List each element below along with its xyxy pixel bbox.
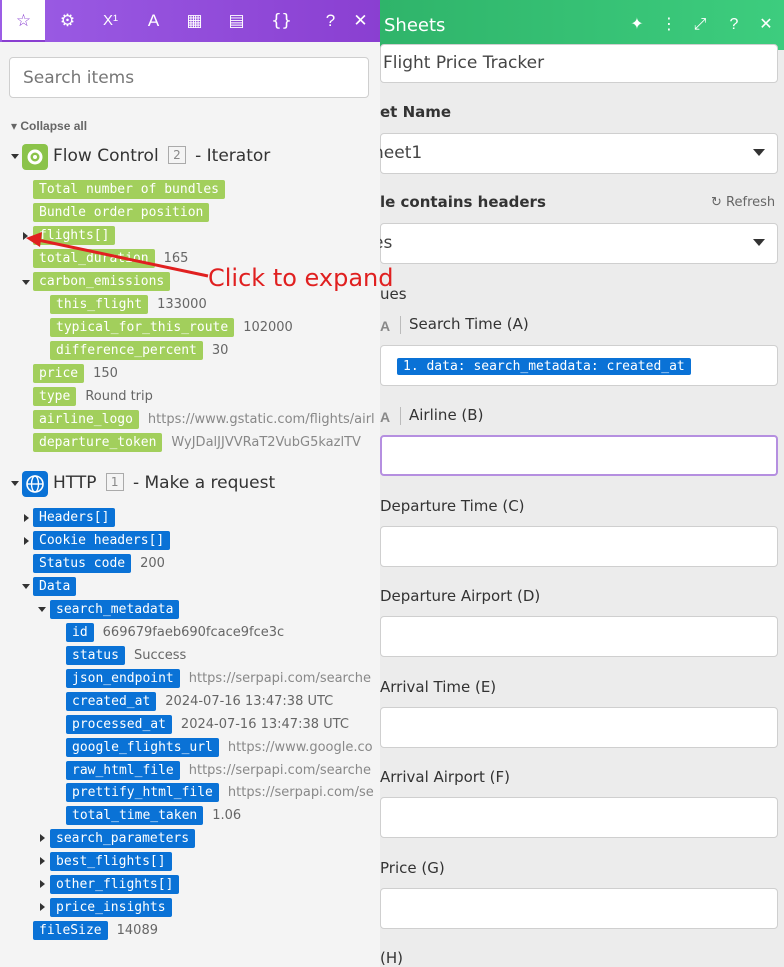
annotation-text: Click to expand (208, 264, 394, 292)
annotation-arrow (26, 232, 209, 278)
